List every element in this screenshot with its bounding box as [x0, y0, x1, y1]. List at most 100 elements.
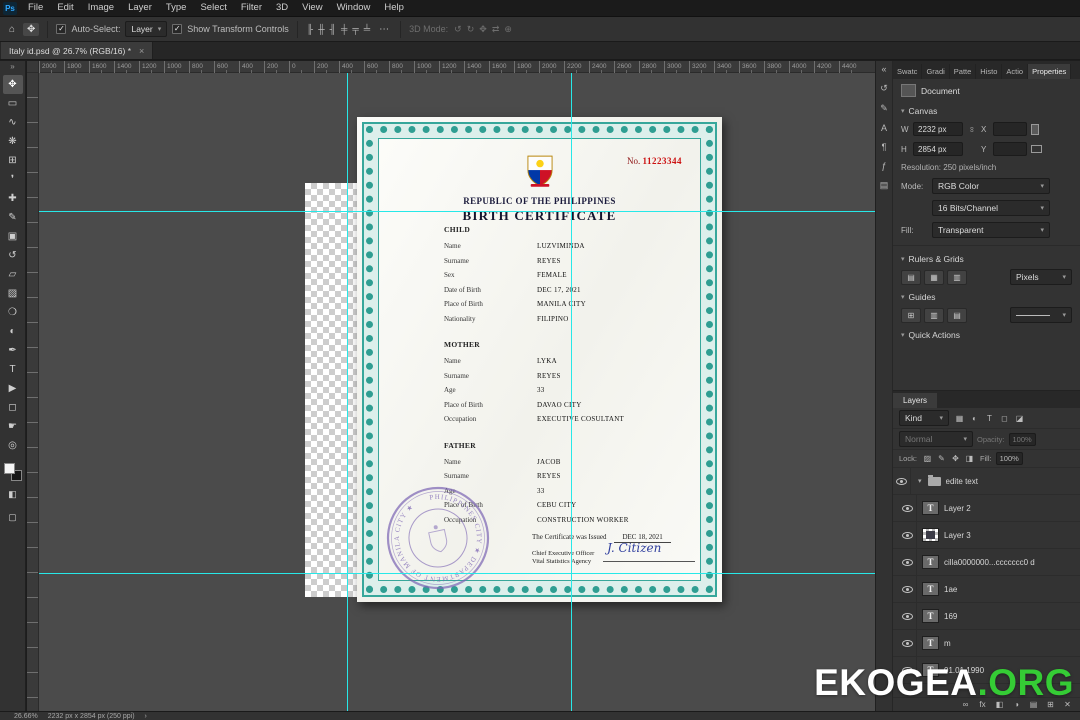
toolbar-expand-icon[interactable]: » — [10, 61, 14, 73]
home-icon[interactable]: ⌂ — [6, 24, 18, 35]
dodge-tool[interactable]: ◐ — [3, 322, 23, 341]
canvas-section-header[interactable]: ▾ Canvas — [893, 102, 1080, 118]
menu-view[interactable]: View — [295, 0, 329, 16]
zoom-tool[interactable]: ◎ — [3, 436, 23, 455]
layer-row-layer-2[interactable]: T Layer 2 — [893, 495, 1080, 522]
layer-row-m[interactable]: Tm — [893, 630, 1080, 657]
guide-vertical-2[interactable] — [571, 73, 572, 711]
current-tool-icon[interactable]: ✥ — [23, 22, 40, 36]
marquee-tool[interactable]: ▭ — [3, 94, 23, 113]
brush-settings-icon[interactable]: ✎ — [880, 103, 888, 114]
eraser-tool[interactable]: ▱ — [3, 265, 23, 284]
x-input[interactable] — [993, 122, 1027, 136]
character-icon[interactable]: A — [881, 123, 887, 133]
rotate-3d-icon[interactable]: ↺ — [453, 24, 463, 35]
guides-header[interactable]: ▾ Guides — [893, 288, 1080, 304]
fill-dropdown[interactable]: Transparent ▾ — [932, 222, 1050, 238]
menu-image[interactable]: Image — [81, 0, 121, 16]
filter-pixel-icon[interactable]: ▦ — [953, 414, 966, 423]
tab-layers[interactable]: Layers — [893, 393, 938, 408]
y-input[interactable] — [993, 142, 1027, 156]
panel-tab-actio[interactable]: Actio — [1002, 64, 1029, 79]
lock-all-icon[interactable]: ◨ — [963, 454, 976, 463]
paragraph-icon[interactable]: ¶ — [882, 142, 887, 152]
layer-row-cilla0000000-ccccccc0-d[interactable]: Tcilla0000000...ccccccc0 d — [893, 549, 1080, 576]
snap-icon[interactable]: ▥ — [947, 269, 967, 285]
slide-3d-icon[interactable]: ⇄ — [491, 24, 501, 35]
status-arrow-icon[interactable]: › — [145, 713, 147, 720]
layer-row-1ae[interactable]: T 1ae — [893, 576, 1080, 603]
align-right-icon[interactable]: ╢ — [329, 24, 337, 34]
lock-transparency-icon[interactable]: ▨ — [921, 454, 934, 463]
panel-tab-swatc[interactable]: Swatc — [893, 64, 923, 79]
align-left-icon[interactable]: ╟ — [306, 24, 314, 34]
blend-mode-dropdown[interactable]: Normal ▾ — [899, 431, 973, 447]
scale-3d-icon[interactable]: ⊕ — [503, 24, 513, 35]
rulers-grids-header[interactable]: ▾ Rulers & Grids — [893, 250, 1080, 266]
lasso-tool[interactable]: ∿ — [3, 113, 23, 132]
layer-row-edite-text[interactable]: ▾ edite text — [893, 468, 1080, 495]
move-tool[interactable]: ✥ — [2, 75, 23, 94]
layer-row-169[interactable]: T 169 — [893, 603, 1080, 630]
distribute-h-icon[interactable]: ╪ — [340, 24, 348, 34]
menu-select[interactable]: Select — [193, 0, 233, 16]
roll-3d-icon[interactable]: ↻ — [466, 24, 476, 35]
menu-window[interactable]: Window — [330, 0, 378, 16]
collapse-panels-icon[interactable]: « — [881, 64, 886, 74]
lock-pixels-icon[interactable]: ✎ — [935, 454, 948, 463]
ruler-horizontal[interactable]: 2000 1800 1600 1400 1200 1000 800 600 400 200 0 200… — [27, 61, 875, 73]
blur-tool[interactable]: ❍ — [3, 303, 23, 322]
crop-tool[interactable]: ⊞ — [3, 151, 23, 170]
glyphs-icon[interactable]: ƒ — [881, 161, 886, 171]
toggle-grid-icon[interactable]: ▦ — [924, 269, 944, 285]
menu-help[interactable]: Help — [377, 0, 411, 16]
canvas-area[interactable]: 2000 1800 1600 1400 1200 1000 800 600 400 200 0 200… — [27, 61, 875, 711]
menu-edit[interactable]: Edit — [50, 0, 80, 16]
chevron-down-icon[interactable]: ▾ — [918, 477, 922, 485]
menu-filter[interactable]: Filter — [234, 0, 269, 16]
lock-position-icon[interactable]: ✥ — [949, 454, 962, 463]
menu-layer[interactable]: Layer — [121, 0, 159, 16]
healing-brush-tool[interactable]: ✚ — [3, 189, 23, 208]
visibility-toggle[interactable] — [899, 603, 917, 629]
foreground-color[interactable] — [3, 463, 15, 474]
menu-type[interactable]: Type — [159, 0, 194, 16]
close-icon[interactable]: × — [139, 46, 144, 56]
certificate-document[interactable]: No. 11223344 REPUBLIC OF THE PHILIPPINES… — [357, 117, 722, 602]
pen-tool[interactable]: ✒ — [3, 341, 23, 360]
guide-style-dropdown[interactable]: ▾ — [1010, 307, 1072, 323]
zoom-level[interactable]: 26.66% — [14, 713, 38, 720]
show-transform-checkbox[interactable]: ✓ — [172, 24, 183, 34]
filter-shape-icon[interactable]: ◻ — [998, 414, 1011, 423]
filter-adjustment-icon[interactable]: ◐ — [968, 414, 981, 423]
visibility-toggle[interactable] — [899, 549, 917, 575]
align-top-icon[interactable]: ╤ — [351, 24, 359, 34]
align-center-h-icon[interactable]: ╫ — [317, 24, 325, 34]
eyedropper-tool[interactable]: ❜ — [3, 170, 23, 189]
more-options-icon[interactable]: ⋯ — [376, 24, 392, 35]
height-input[interactable]: 2854 px — [913, 142, 963, 156]
visibility-toggle[interactable] — [899, 630, 917, 656]
ruler-vertical[interactable] — [27, 73, 39, 711]
visibility-toggle[interactable] — [893, 468, 911, 494]
clone-stamp-tool[interactable]: ▣ — [3, 227, 23, 246]
history-brush-tool[interactable]: ↺ — [3, 246, 23, 265]
path-select-tool[interactable]: ▶ — [3, 379, 23, 398]
quick-selection-tool[interactable]: ❋ — [3, 132, 23, 151]
bit-depth-dropdown[interactable]: 16 Bits/Channel ▾ — [932, 200, 1050, 216]
screen-mode-icon[interactable]: ▢ — [3, 508, 23, 527]
auto-select-checkbox[interactable]: ✓ — [56, 24, 67, 34]
libraries-icon[interactable]: ▤ — [880, 180, 889, 191]
opacity-input[interactable]: 100% — [1008, 432, 1036, 446]
visibility-toggle[interactable] — [899, 576, 917, 602]
new-guide-icon[interactable]: ⊞ — [901, 307, 921, 323]
layer-fill-input[interactable]: 100% — [995, 452, 1023, 465]
panel-tab-histo[interactable]: Histo — [976, 64, 1003, 79]
landscape-orientation-icon[interactable] — [1031, 145, 1042, 153]
visibility-toggle[interactable] — [899, 522, 917, 548]
mode-dropdown[interactable]: RGB Color ▾ — [932, 178, 1050, 194]
guide-vertical-1[interactable] — [347, 73, 348, 711]
panel-tab-gradi[interactable]: Gradi — [922, 64, 950, 79]
gradient-tool[interactable]: ▨ — [3, 284, 23, 303]
drag-3d-icon[interactable]: ✥ — [478, 24, 488, 35]
